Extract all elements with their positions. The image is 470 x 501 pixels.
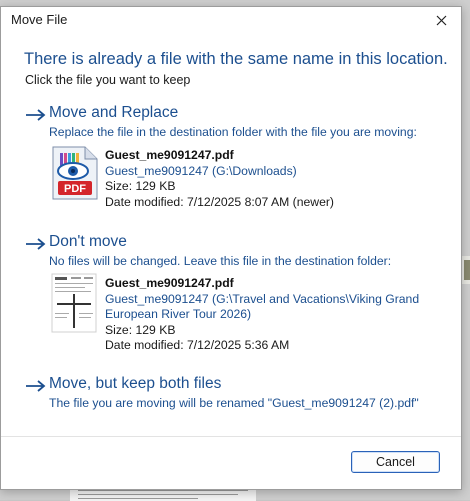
dialog-footer: Cancel (1, 436, 461, 489)
option-title: Move, but keep both files (49, 375, 222, 392)
option-move-and-replace[interactable]: Move and Replace Replace the file in the… (25, 104, 445, 209)
option-title: Move and Replace (49, 104, 179, 121)
destination-file-details: Guest_me9091247.pdf Guest_me9091247 (G:\… (105, 276, 419, 354)
arrow-right-icon (26, 109, 46, 121)
title-bar: Move File (1, 7, 461, 33)
file-location: Guest_me9091247 (G:\Downloads) (105, 163, 297, 178)
background-edge-right (464, 260, 470, 280)
file-name: Guest_me9091247.pdf (105, 276, 234, 290)
option-description: The file you are moving will be renamed … (49, 396, 419, 410)
file-name: Guest_me9091247.pdf (105, 148, 234, 162)
file-location-continued: European River Tour 2026) (105, 307, 252, 321)
arrow-right-icon (26, 238, 46, 250)
option-dont-move[interactable]: Don't move No files will be changed. Lea… (25, 233, 445, 353)
option-keep-both-files[interactable]: Move, but keep both files The file you a… (25, 375, 445, 415)
pdf-file-icon: PDF (52, 146, 98, 200)
svg-text:PDF: PDF (64, 183, 86, 195)
source-file-details: Guest_me9091247.pdf Guest_me9091247 (G:\… (105, 148, 334, 210)
conflict-instruction: Click the file you want to keep (25, 73, 191, 87)
close-icon (436, 15, 446, 25)
dialog-title: Move File (11, 12, 68, 27)
conflict-headline: There is already a file with the same na… (24, 50, 448, 68)
file-date-modified: Date modified: 7/12/2025 5:36 AM (105, 338, 290, 352)
option-description: No files will be changed. Leave this fil… (49, 254, 392, 268)
file-size: Size: 129 KB (105, 322, 176, 337)
arrow-right-icon (26, 380, 46, 392)
file-date-modified: Date modified: 7/12/2025 8:07 AM (newer) (105, 194, 334, 209)
file-size: Size: 129 KB (105, 179, 176, 193)
file-location: Guest_me9091247 (G:\Travel and Vacations… (105, 291, 420, 306)
document-thumbnail-icon (51, 273, 97, 333)
move-file-dialog: Move File There is already a file with t… (0, 6, 462, 490)
option-title: Don't move (49, 233, 127, 250)
cancel-button[interactable]: Cancel (351, 451, 440, 473)
option-description: Replace the file in the destination fold… (49, 125, 417, 139)
close-button[interactable] (421, 7, 461, 33)
